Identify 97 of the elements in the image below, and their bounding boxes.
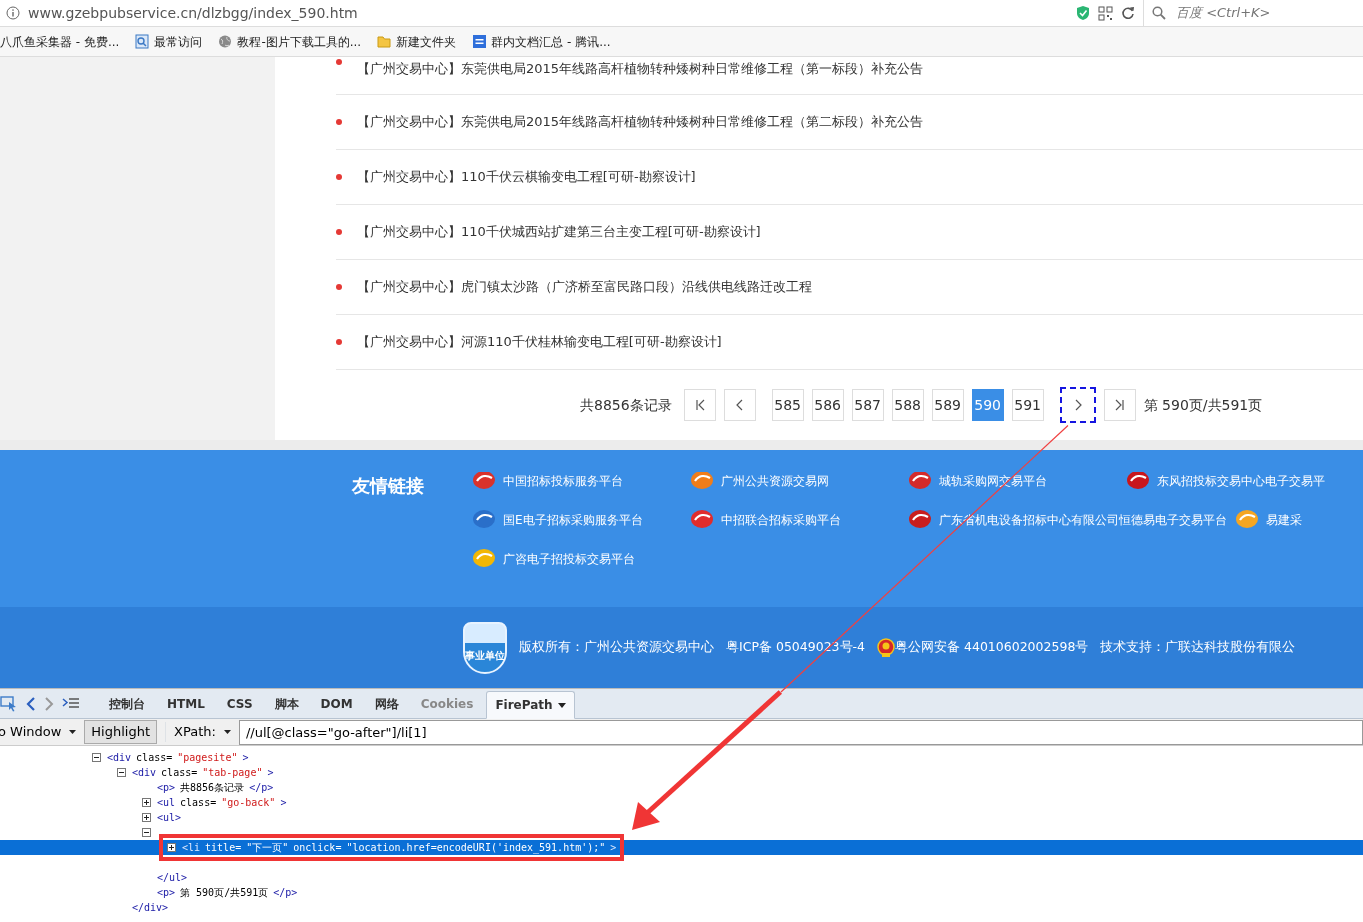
xpath-field[interactable]: //ul[@class="go-after"]/li[1] [238,719,1363,745]
code-text: "go-back" [221,796,276,810]
xpath-dropdown[interactable]: XPath: [165,722,231,742]
bookmark-link[interactable]: 八爪鱼采集器 - 免费... [0,32,120,51]
collapse-icon[interactable] [117,768,126,777]
code-text: class= [180,796,217,810]
shield-icon[interactable] [1076,5,1090,21]
reload-icon[interactable] [1121,6,1135,20]
code-text: > [267,766,274,780]
devtools-tab[interactable]: HTML [158,690,214,718]
bookmark-link[interactable]: 教程-图片下载工具的... [237,32,362,51]
last-page-icon [1114,399,1125,411]
caret-icon [223,730,231,734]
announcement-link[interactable]: 【广州交易中心】110千伏云棋输变电工程[可研-勘察设计] [357,167,696,187]
first-page-icon [694,399,705,411]
tree-row[interactable]: <ul> [0,810,1363,825]
code-text: <p> [157,886,176,900]
bookmark-link[interactable]: 新建文件夹 [396,32,457,51]
code-text: <div [107,751,132,765]
code-text: class= [136,751,173,765]
tree-row[interactable]: <div class= "tab-page" > [0,765,1363,780]
bullet-icon [336,339,342,345]
devtools-tab[interactable]: DOM [311,690,362,718]
page-button[interactable]: 589 [931,389,964,421]
info-icon[interactable] [6,6,20,20]
devtools-tab[interactable]: FirePath [486,691,575,719]
bullet-icon [336,229,342,235]
code-text: 共8856条记录 [180,781,245,795]
page-button[interactable]: 585 [771,389,804,421]
code-text: "pagesite" [177,751,238,765]
page-button[interactable]: 591 [1011,389,1044,421]
announcement-link[interactable]: 【广州交易中心】河源110千伏桂林输变电工程[可研-勘察设计] [357,332,722,352]
record-count: 共8856条记录 [580,395,672,415]
expand-icon[interactable] [142,813,151,822]
tree-row[interactable]: <p> 共8856条记录 </p> [0,780,1363,795]
footer-text: 版权所有：广州公共资源交易中心 [519,638,714,657]
caret-icon [69,730,77,734]
collapse-icon[interactable] [92,753,101,762]
page-info: 第 590页/共591页 [1143,395,1263,415]
code-text: > [242,751,249,765]
footer-text: 技术支持：广联达科技股份有限公 [1100,638,1296,657]
links-title: 友情链接 [352,474,425,498]
emblem-badge: 事业单位 [463,621,507,674]
code-text: 第 590页/共591页 [180,886,269,900]
last-page-button[interactable] [1103,389,1136,421]
code-text: </div> [132,901,169,915]
globe-icon[interactable] [218,34,234,49]
code-text: </ul> [157,871,188,885]
footer-text: 粤公网安备 44010602002598号 [895,638,1089,657]
announcement-link[interactable]: 【广州交易中心】虎门镇太沙路（广济桥至富民路口段）沿线供电线路迁改工程 [357,277,812,297]
police-badge-icon [877,637,895,658]
url-text[interactable]: www.gzebpubservice.cn/dlzbgg/index_590.htm [28,2,1076,24]
expand-icon[interactable] [167,843,176,852]
tree-row[interactable]: <div class= "pagesite" > [0,750,1363,765]
bookmark-link[interactable]: 群内文档汇总 - 腾讯... [491,32,611,51]
collapse-icon[interactable] [142,828,151,837]
code-text: <div [132,766,157,780]
devtools-tab[interactable]: CSS [217,690,262,718]
code-text: <ul> [157,811,182,825]
devtools-tab[interactable]: 网络 [365,690,408,718]
page-button[interactable]: 586 [811,389,844,421]
devtools-tab[interactable]: 控制台 [100,690,154,718]
bullet-icon [336,174,342,180]
code-text: class= [161,766,198,780]
command-line-icon[interactable] [62,698,80,710]
doc-icon[interactable] [472,34,488,49]
first-page-button[interactable] [683,389,716,421]
tree-row[interactable]: <li title= "下一页" onclick= "location.href=encodeURI('index_591.htm');" > [0,840,1363,855]
back-icon[interactable] [26,697,36,711]
tree-row[interactable]: <p> 第 590页/共591页 </p> [0,885,1363,900]
code-text: </p> [249,781,274,795]
announcement-link[interactable]: 【广州交易中心】东莞供电局2015年线路高杆植物转种矮树种日常维修工程（第一标段）补充公告 [357,59,924,79]
bookmark-link[interactable]: 最常访问 [154,32,203,51]
tree-row[interactable]: <ul class= "go-back" > [0,795,1363,810]
qr-code-icon[interactable] [1098,5,1113,21]
code-text: "tab-page" [202,766,263,780]
page-button[interactable]: 588 [891,389,924,421]
code-text: </p> [273,886,298,900]
bullet-icon [336,59,342,65]
bullet-icon [336,284,342,290]
code-text: <ul [157,796,176,810]
caret-icon [557,703,566,708]
next-page-button[interactable] [1059,387,1096,423]
devtools-tab[interactable]: 脚本 [265,690,308,718]
inspect-icon[interactable] [0,696,18,712]
bullet-icon [336,119,342,125]
highlight-button[interactable]: Highlight [84,720,158,744]
page-icon[interactable] [135,34,151,49]
code-text: <p> [157,781,176,795]
previous-page-icon [734,399,745,411]
page-button[interactable]: 587 [851,389,884,421]
expand-icon[interactable] [142,798,151,807]
announcement-link[interactable]: 【广州交易中心】110千伏城西站扩建第三台主变工程[可研-勘察设计] [357,222,761,242]
announcement-link[interactable]: 【广州交易中心】东莞供电局2015年线路高杆植物转种矮树种日常维修工程（第二标段）补充公告 [357,112,924,132]
search-field[interactable]: 百度 <Ctrl+K> [1174,2,1354,24]
code-text: > [280,796,287,810]
search-icon[interactable] [1152,6,1166,20]
